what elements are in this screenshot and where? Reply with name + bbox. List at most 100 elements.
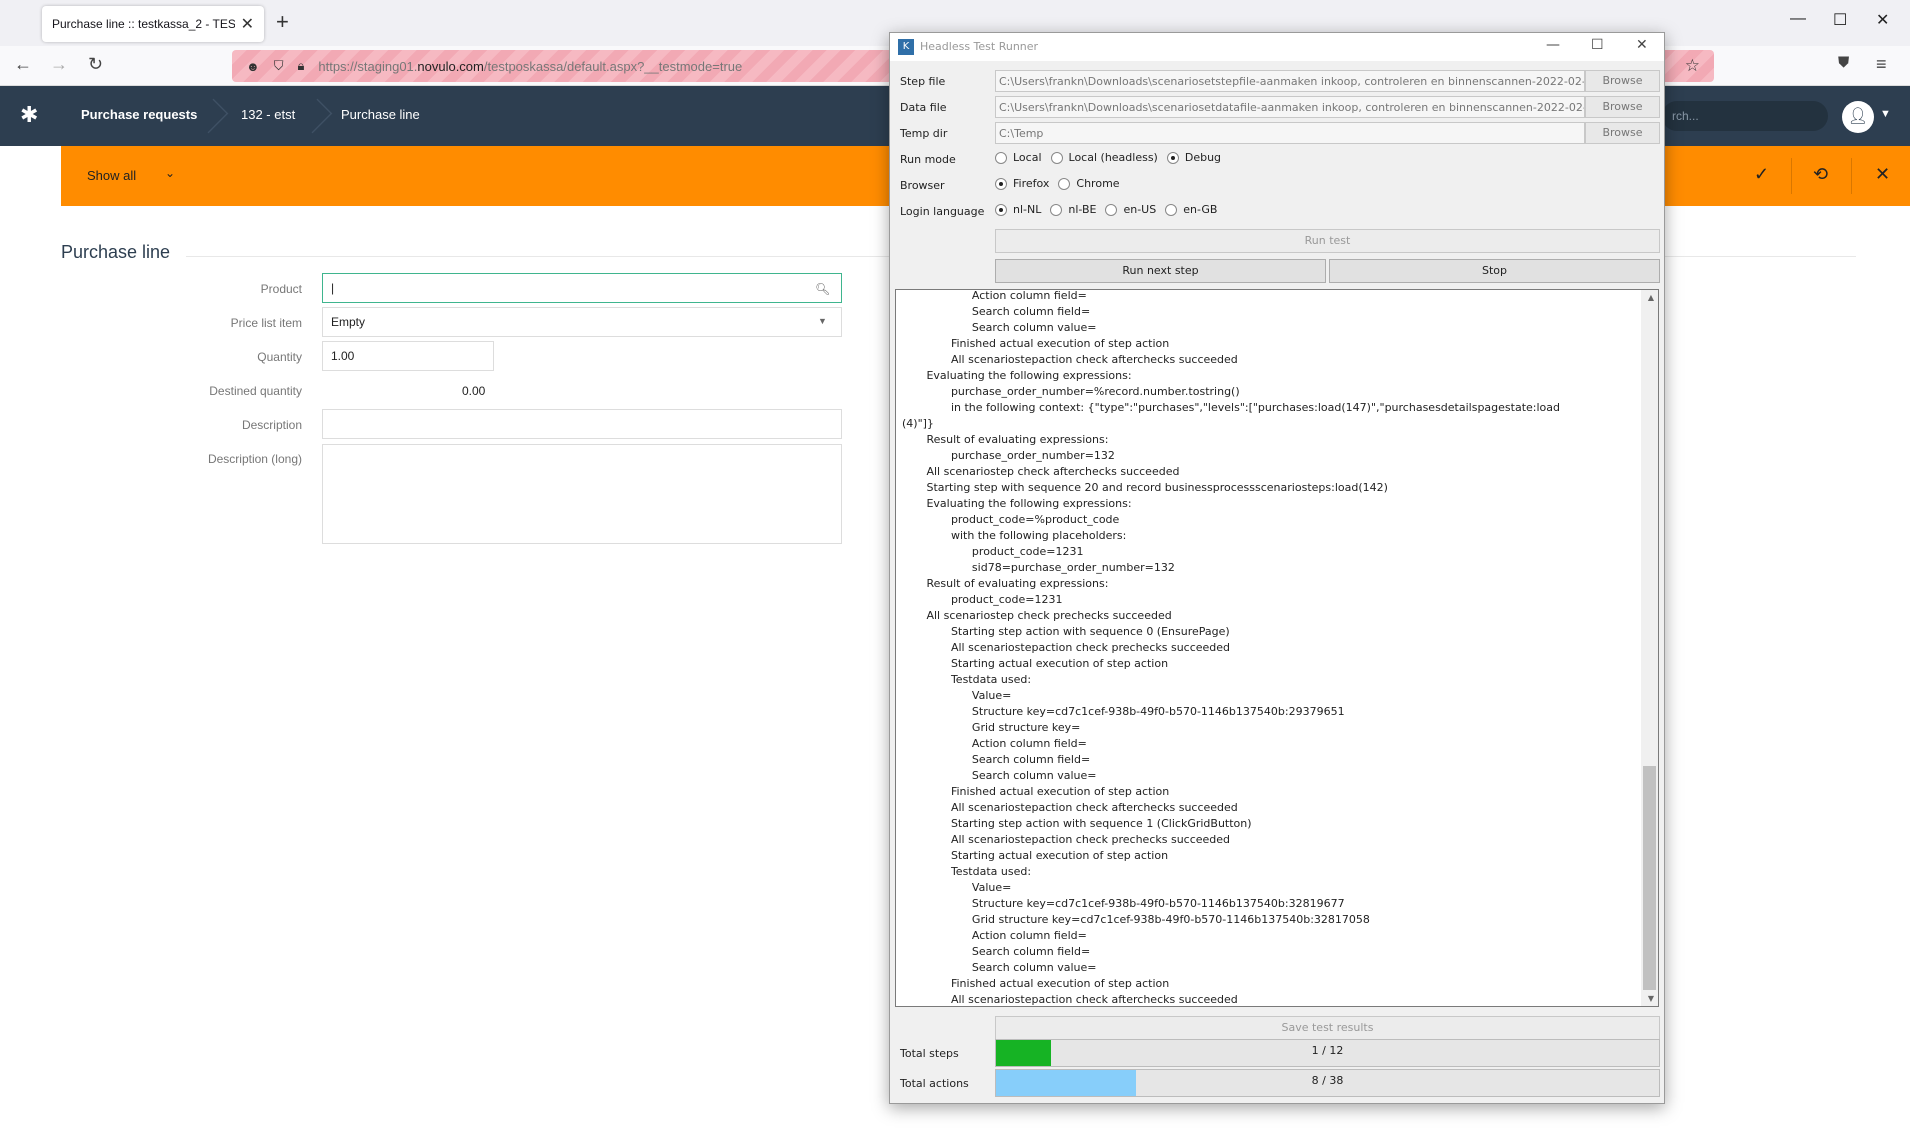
quantity-input[interactable]: 1.00 xyxy=(322,341,494,371)
log-line: Search column field= xyxy=(902,305,1091,318)
radio-selected-icon xyxy=(995,203,1007,216)
price-list-item-select[interactable]: Empty xyxy=(322,307,842,337)
app-logo-icon[interactable]: ✱ xyxy=(20,102,48,130)
browser-chrome[interactable]: Chrome xyxy=(1058,177,1120,190)
radio-icon xyxy=(995,151,1007,164)
log-line: product_code=1231 xyxy=(902,593,1063,606)
data-file-input[interactable]: C:\Users\frankn\Downloads\scenariosetdat… xyxy=(995,96,1585,118)
tab-close-icon[interactable]: ✕ xyxy=(241,14,254,34)
scroll-down-icon[interactable]: ▼ xyxy=(1648,994,1654,1003)
search-icon[interactable]: 🔍︎ xyxy=(815,282,830,296)
chevron-down-icon[interactable]: ⌄ xyxy=(165,166,175,180)
run-test-button[interactable]: Run test xyxy=(995,229,1660,253)
radio-selected-icon xyxy=(1166,151,1179,164)
run-mode-local-headless[interactable]: Local (headless) xyxy=(1050,151,1158,164)
log-line: product_code=%product_code xyxy=(902,513,1120,526)
maximize-icon[interactable]: ☐ xyxy=(1833,10,1847,30)
menu-icon[interactable]: ≡ xyxy=(1876,54,1887,75)
log-lines: Action column field= Search column field… xyxy=(902,290,1642,1006)
language-nl-be[interactable]: nl-BE xyxy=(1050,203,1096,216)
radio-selected-icon xyxy=(995,177,1007,190)
pocket-icon[interactable]: ⛊ xyxy=(1838,54,1849,71)
browser-firefox[interactable]: Firefox xyxy=(995,177,1049,190)
close-icon[interactable]: ✕ xyxy=(1875,164,1890,185)
bookmark-star-icon[interactable]: ☆ xyxy=(1685,56,1700,76)
lock-icon[interactable]: 🔒︎ xyxy=(297,58,304,74)
scroll-up-icon[interactable]: ▲ xyxy=(1648,293,1654,302)
test-runner-window: K Headless Test Runner — ☐ ✕ Step file C… xyxy=(889,32,1665,1104)
maximize-icon[interactable]: ☐ xyxy=(1591,37,1604,53)
breadcrumb-purchase-requests[interactable]: Purchase requests xyxy=(81,107,197,122)
data-file-browse-button[interactable]: Browse xyxy=(1585,96,1660,118)
description-input[interactable] xyxy=(322,409,842,439)
log-line: Starting actual execution of step action xyxy=(902,849,1169,862)
total-steps-progress: 1 / 12 xyxy=(995,1039,1660,1067)
step-file-browse-button[interactable]: Browse xyxy=(1585,70,1660,92)
temp-dir-browse-button[interactable]: Browse xyxy=(1585,122,1660,144)
step-file-input[interactable]: C:\Users\frankn\Downloads\scenariosetste… xyxy=(995,70,1585,92)
log-line: Search column value= xyxy=(902,321,1097,334)
minimize-icon[interactable]: — xyxy=(1790,10,1806,28)
save-check-icon[interactable]: ✓ xyxy=(1754,164,1769,185)
scroll-thumb[interactable] xyxy=(1643,766,1656,990)
url-text[interactable]: https://staging01.novulo.com/testposkass… xyxy=(318,59,742,74)
new-tab-icon[interactable]: + xyxy=(276,9,289,35)
log-line: Search column value= xyxy=(902,769,1097,782)
header-search-input[interactable]: rch... xyxy=(1662,101,1828,131)
radio-icon xyxy=(1058,177,1071,190)
reload-icon[interactable]: ↻ xyxy=(88,54,103,75)
total-steps-label: Total steps xyxy=(900,1047,959,1060)
log-line: Value= xyxy=(902,689,1012,702)
login-language-group: nl-NL nl-BE en-US en-GB xyxy=(995,203,1226,216)
close-window-icon[interactable]: ✕ xyxy=(1876,10,1889,30)
browser-group: Firefox Chrome xyxy=(995,177,1129,190)
chevron-down-icon[interactable]: ▼ xyxy=(1880,108,1891,120)
data-file-label: Data file xyxy=(900,101,947,114)
product-input[interactable]: | xyxy=(322,273,842,303)
divider xyxy=(1791,158,1792,194)
total-actions-label: Total actions xyxy=(900,1077,969,1090)
destined-quantity-value: 0.00 xyxy=(462,384,486,398)
description-long-textarea[interactable] xyxy=(322,444,842,544)
log-line: Result of evaluating expressions: xyxy=(902,433,1109,446)
log-line: Action column field= xyxy=(902,929,1087,942)
log-scrollbar[interactable]: ▲ ▼ xyxy=(1641,290,1658,1006)
log-line: in the following context: {"type":"purch… xyxy=(902,401,1560,414)
log-line: Result of evaluating expressions: xyxy=(902,577,1109,590)
run-next-step-button[interactable]: Run next step xyxy=(995,259,1326,283)
log-output[interactable]: Action column field= Search column field… xyxy=(895,289,1659,1007)
close-icon[interactable]: ✕ xyxy=(1636,37,1648,53)
log-line: Search column field= xyxy=(902,945,1091,958)
breadcrumb-purchase-line[interactable]: Purchase line xyxy=(341,107,420,122)
stop-button[interactable]: Stop xyxy=(1329,259,1660,283)
language-nl-nl[interactable]: nl-NL xyxy=(995,203,1041,216)
save-test-results-button[interactable]: Save test results xyxy=(995,1016,1660,1040)
window-titlebar[interactable]: K Headless Test Runner — ☐ ✕ xyxy=(890,33,1664,61)
show-all-button[interactable]: Show all xyxy=(87,168,136,183)
dropdown-caret-icon[interactable]: ▼ xyxy=(818,316,827,326)
language-en-gb[interactable]: en-GB xyxy=(1165,203,1217,216)
quantity-label: Quantity xyxy=(257,350,302,364)
radio-icon xyxy=(1105,203,1118,216)
breadcrumb-record[interactable]: 132 - etst xyxy=(241,107,295,122)
log-line: Finished actual execution of step action xyxy=(902,785,1170,798)
temp-dir-input[interactable]: C:\Temp xyxy=(995,122,1585,144)
run-mode-local[interactable]: Local xyxy=(995,151,1042,164)
language-en-us[interactable]: en-US xyxy=(1105,203,1156,216)
minimize-icon[interactable]: — xyxy=(1546,37,1560,53)
radio-icon xyxy=(1050,203,1063,216)
history-icon[interactable]: ⟲ xyxy=(1813,164,1828,185)
forward-icon[interactable]: → xyxy=(50,54,68,75)
user-avatar-icon[interactable]: 👤︎ xyxy=(1842,101,1874,133)
log-line: Search column value= xyxy=(902,961,1097,974)
login-language-label: Login language xyxy=(900,205,985,218)
back-icon[interactable]: ← xyxy=(14,54,32,75)
shield-icon[interactable]: ⛉ xyxy=(274,58,284,74)
app-icon: K xyxy=(898,39,914,55)
log-line: All scenariostepaction check afterchecks… xyxy=(902,353,1238,366)
run-mode-debug[interactable]: Debug xyxy=(1166,151,1221,164)
log-line: Structure key=cd7c1cef-938b-49f0-b570-11… xyxy=(902,897,1345,910)
log-line: Evaluating the following expressions: xyxy=(902,497,1132,510)
log-line: Starting step action with sequence 0 (En… xyxy=(902,625,1230,638)
browser-tab[interactable]: Purchase line :: testkassa_2 - TEST - I … xyxy=(42,6,264,42)
